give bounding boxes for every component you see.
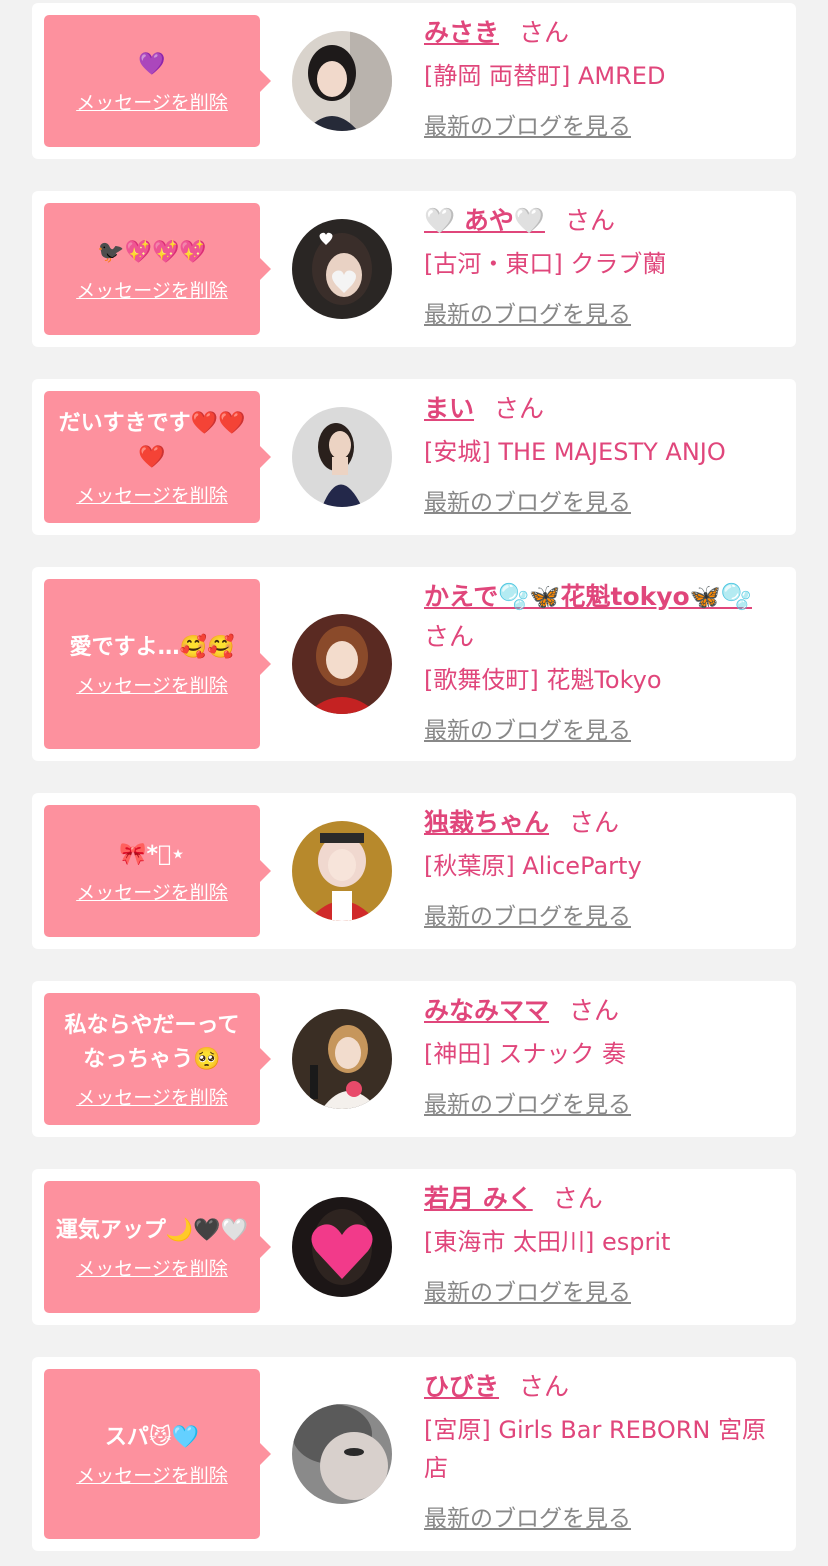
sender-name-link[interactable]: かえで🫧🦋花魁tokyo🦋🫧 (424, 582, 752, 611)
woman-heart-sticker-avatar-icon (292, 219, 392, 319)
avatar[interactable] (292, 407, 392, 507)
sender-name-link[interactable]: 🤍 あや🤍 (424, 206, 545, 235)
honorific: さん (569, 996, 620, 1025)
honorific: さん (569, 808, 620, 837)
view-latest-blog-link[interactable]: 最新のブログを見る (424, 109, 631, 145)
delete-message-button[interactable]: メッセージを削除 (76, 878, 228, 905)
view-latest-blog-link[interactable]: 最新のブログを見る (424, 485, 631, 521)
message-card: 私ならやだーってなっちゃう🥺 メッセージを削除 みなみママ さん [神田] スナッ… (32, 981, 796, 1137)
shop-label: [古河・東口] クラブ蘭 (424, 250, 667, 278)
view-latest-blog-link[interactable]: 最新のブログを見る (424, 297, 631, 333)
sender-info: 独裁ちゃん さん [秋葉原] AliceParty 最新のブログを見る (424, 803, 782, 935)
sender-name-link[interactable]: ひびき (424, 1372, 499, 1401)
avatar[interactable] (292, 31, 392, 131)
sender-info: みなみママ さん [神田] スナック 奏 最新のブログを見る (424, 991, 782, 1123)
sender-name-link[interactable]: 若月 みく (424, 1184, 533, 1213)
message-bubble: だいすきです❤️❤️❤️ メッセージを削除 (44, 391, 271, 523)
woman-black-hair-avatar-icon (292, 31, 392, 131)
shop-label: [歌舞伎町] 花魁Tokyo (424, 666, 662, 694)
sender-info: ひびき さん [宮原] Girls Bar REBORN 宮原店 最新のブログを見… (424, 1367, 782, 1537)
message-card: だいすきです❤️❤️❤️ メッセージを削除 まい さん [安城] THE MAJE… (32, 379, 796, 535)
delete-message-button[interactable]: メッセージを削除 (76, 1083, 228, 1110)
sender-name-link[interactable]: みなみママ (424, 996, 549, 1025)
view-latest-blog-link[interactable]: 最新のブログを見る (424, 899, 631, 935)
message-bubble: 🎀*ﾟ⋆ メッセージを削除 (44, 805, 271, 937)
avatar[interactable] (292, 614, 392, 714)
message-card: 愛ですよ…🥰🥰 メッセージを削除 かえで🫧🦋花魁tokyo🦋🫧 さん [歌舞伎町]… (32, 567, 796, 761)
honorific: さん (519, 18, 570, 47)
shop-label: [東海市 太田川] esprit (424, 1228, 671, 1256)
message-text: 🐦‍⬛💖💖💖 (97, 239, 207, 265)
honorific: さん (564, 206, 615, 235)
woman-bar-flowers-avatar-icon (292, 1009, 392, 1109)
message-bubble: 運気アップ🌙🖤🤍 メッセージを削除 (44, 1181, 271, 1313)
shop-label: [神田] スナック 奏 (424, 1040, 626, 1068)
woman-navy-dress-avatar-icon (292, 407, 392, 507)
delete-message-button[interactable]: メッセージを削除 (76, 1254, 228, 1281)
delete-message-button[interactable]: メッセージを削除 (76, 1461, 228, 1488)
message-bubble: スパ😼🩵 メッセージを削除 (44, 1369, 271, 1539)
delete-message-button[interactable]: メッセージを削除 (76, 276, 228, 303)
sender-name-link[interactable]: 独裁ちゃん (424, 808, 549, 837)
message-card: 🎀*ﾟ⋆ メッセージを削除 独裁ちゃん さん [秋葉原] AliceParty 最… (32, 793, 796, 949)
honorific: さん (424, 622, 475, 651)
avatar[interactable] (292, 1009, 392, 1109)
avatar[interactable] (292, 219, 392, 319)
message-card: 🐦‍⬛💖💖💖 メッセージを削除 🤍 あや🤍 さん [古河・東口] クラブ蘭 最新の… (32, 191, 796, 347)
message-text: スパ😼🩵 (104, 1424, 200, 1450)
woman-red-kimono-avatar-icon (292, 614, 392, 714)
message-text: だいすきです❤️❤️❤️ (58, 410, 246, 470)
view-latest-blog-link[interactable]: 最新のブログを見る (424, 713, 631, 749)
honorific: さん (552, 1184, 603, 1213)
shop-label: [秋葉原] AliceParty (424, 852, 642, 880)
message-text: 愛ですよ…🥰🥰 (69, 634, 235, 660)
sender-info: まい さん [安城] THE MAJESTY ANJO 最新のブログを見る (424, 389, 782, 521)
delete-message-button[interactable]: メッセージを削除 (76, 671, 228, 698)
sender-name-link[interactable]: まい (424, 394, 474, 423)
message-bubble: 愛ですよ…🥰🥰 メッセージを削除 (44, 579, 271, 749)
message-text: 運気アップ🌙🖤🤍 (55, 1217, 249, 1243)
message-card: スパ😼🩵 メッセージを削除 ひびき さん [宮原] Girls Bar REBOR… (32, 1357, 796, 1551)
sender-name-link[interactable]: みさき (424, 18, 499, 47)
view-latest-blog-link[interactable]: 最新のブログを見る (424, 1501, 631, 1537)
view-latest-blog-link[interactable]: 最新のブログを見る (424, 1275, 631, 1311)
delete-message-button[interactable]: メッセージを削除 (76, 481, 228, 508)
message-bubble: 私ならやだーってなっちゃう🥺 メッセージを削除 (44, 993, 271, 1125)
message-text: 🎀*ﾟ⋆ (119, 841, 185, 867)
message-bubble: 🐦‍⬛💖💖💖 メッセージを削除 (44, 203, 271, 335)
avatar[interactable] (292, 1197, 392, 1297)
avatar[interactable] (292, 821, 392, 921)
message-bubble: 💜 メッセージを削除 (44, 15, 271, 147)
avatar[interactable] (292, 1404, 392, 1504)
honorific: さん (519, 1372, 570, 1401)
message-text: 💜 (138, 51, 166, 77)
delete-message-button[interactable]: メッセージを削除 (76, 88, 228, 115)
woman-closeup-gray-avatar-icon (292, 1404, 392, 1504)
sender-info: 若月 みく さん [東海市 太田川] esprit 最新のブログを見る (424, 1179, 782, 1311)
woman-heart-covered-avatar-icon (292, 1197, 392, 1297)
message-card: 💜 メッセージを削除 みさき さん [静岡 両替町] AMRED 最新のブログを見… (32, 3, 796, 159)
message-list: 💜 メッセージを削除 みさき さん [静岡 両替町] AMRED 最新のブログを見… (0, 0, 828, 1566)
honorific: さん (494, 394, 545, 423)
sender-info: みさき さん [静岡 両替町] AMRED 最新のブログを見る (424, 13, 782, 145)
sender-info: かえで🫧🦋花魁tokyo🦋🫧 さん [歌舞伎町] 花魁Tokyo 最新のブログを見… (424, 577, 782, 749)
shop-label: [宮原] Girls Bar REBORN 宮原店 (424, 1416, 766, 1482)
message-card: 運気アップ🌙🖤🤍 メッセージを削除 若月 みく さん [東海市 太田川] espr… (32, 1169, 796, 1325)
shop-label: [安城] THE MAJESTY ANJO (424, 438, 726, 466)
view-latest-blog-link[interactable]: 最新のブログを見る (424, 1087, 631, 1123)
message-text: 私ならやだーってなっちゃう🥺 (64, 1012, 240, 1072)
shop-label: [静岡 両替町] AMRED (424, 62, 666, 90)
sender-info: 🤍 あや🤍 さん [古河・東口] クラブ蘭 最新のブログを見る (424, 201, 782, 333)
woman-maid-costume-avatar-icon (292, 821, 392, 921)
